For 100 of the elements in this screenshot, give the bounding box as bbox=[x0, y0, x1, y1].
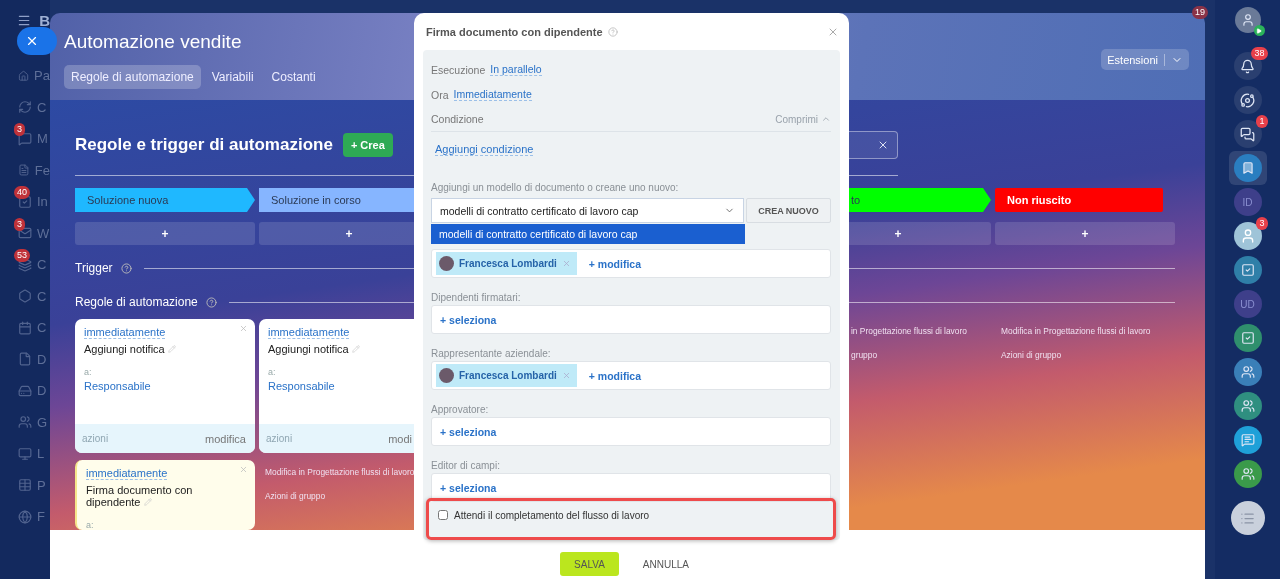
sidebar-label[interactable]: Pa bbox=[34, 68, 50, 84]
sidebar-label[interactable]: Fe bbox=[34, 162, 50, 178]
actions-link[interactable]: azioni bbox=[266, 433, 293, 444]
tab[interactable]: Regole di automazione bbox=[64, 65, 201, 89]
sidebar-label[interactable]: C bbox=[37, 320, 47, 336]
close-icon[interactable] bbox=[239, 324, 248, 333]
sidebar-button[interactable]: ID bbox=[1233, 188, 1262, 216]
sidebar-button[interactable] bbox=[1233, 324, 1262, 352]
stage-label[interactable]: Non riuscito bbox=[995, 188, 1163, 212]
collapse-toggle[interactable]: Comprimi bbox=[775, 113, 831, 125]
extensions-button[interactable]: Estensioni bbox=[1101, 49, 1189, 70]
sidebar-button[interactable] bbox=[1233, 460, 1262, 488]
sidebar-label[interactable]: L bbox=[37, 446, 45, 462]
actions-link[interactable]: azioni bbox=[82, 433, 109, 444]
sidebar-button[interactable] bbox=[1233, 358, 1262, 386]
app-title: B bbox=[39, 11, 50, 29]
field-action-link[interactable]: + modifica bbox=[584, 257, 642, 270]
timing-link[interactable]: immediatamente bbox=[86, 467, 168, 480]
create-button[interactable]: + Crea bbox=[342, 132, 393, 157]
globe-icon[interactable] bbox=[18, 509, 32, 524]
file-icon[interactable] bbox=[18, 352, 32, 367]
sidebar-label[interactable]: G bbox=[37, 414, 48, 430]
dialog-title: Firma documento con dipendente bbox=[426, 25, 603, 38]
hexagon-icon[interactable] bbox=[18, 289, 32, 304]
notification-badge: 3 bbox=[14, 123, 25, 136]
field-action-link[interactable]: + seleziona bbox=[436, 425, 497, 438]
chat-icon[interactable] bbox=[18, 131, 32, 146]
field-action-link[interactable]: + seleziona bbox=[436, 313, 497, 326]
edit-link[interactable]: modi bbox=[388, 432, 412, 445]
sidebar-label[interactable]: C bbox=[37, 99, 47, 115]
menu-button[interactable] bbox=[1230, 501, 1265, 535]
field-action-link[interactable]: + modifica bbox=[584, 369, 642, 382]
home-icon[interactable] bbox=[18, 68, 30, 83]
people-field[interactable]: Francesca Lombardi + modifica bbox=[431, 361, 831, 390]
tab[interactable]: Costanti bbox=[264, 65, 323, 89]
add-button[interactable]: + bbox=[995, 222, 1175, 245]
calendar-icon[interactable] bbox=[18, 320, 32, 335]
sidebar-button[interactable] bbox=[1233, 392, 1262, 420]
sidebar-button[interactable] bbox=[1233, 256, 1262, 284]
setting-value-link[interactable]: In parallelo bbox=[490, 63, 542, 76]
sidebar-button[interactable]: UD bbox=[1233, 290, 1262, 318]
layers-icon[interactable] bbox=[18, 257, 32, 272]
sidebar-button[interactable] bbox=[1233, 52, 1262, 80]
tab[interactable]: Variabili bbox=[204, 65, 261, 89]
sidebar-button[interactable] bbox=[1233, 426, 1262, 454]
document-icon[interactable] bbox=[18, 163, 30, 178]
person-chip[interactable]: Francesca Lombardi bbox=[436, 252, 577, 275]
checkbox[interactable] bbox=[438, 510, 448, 520]
action-link[interactable]: Modifica in Progettazione flussi di lavoro bbox=[995, 326, 1175, 336]
save-button[interactable]: SALVA bbox=[560, 552, 619, 576]
add-button[interactable]: + bbox=[75, 222, 255, 245]
field-action-link[interactable]: + seleziona bbox=[436, 481, 497, 494]
stage-label[interactable]: Soluzione nuova bbox=[75, 188, 255, 212]
help-icon[interactable] bbox=[205, 296, 217, 308]
timing-link[interactable]: immediatamente bbox=[268, 326, 350, 339]
remove-icon[interactable] bbox=[561, 259, 571, 268]
sidebar-button[interactable] bbox=[1233, 120, 1262, 148]
sidebar-label[interactable]: M bbox=[37, 131, 48, 147]
sidebar-button[interactable] bbox=[1233, 222, 1262, 250]
template-select[interactable]: modelli di contratto certificato di lavoro cap bbox=[431, 198, 744, 223]
people-field[interactable]: + seleziona bbox=[431, 417, 831, 446]
help-icon[interactable] bbox=[607, 26, 618, 37]
initials: UD bbox=[1240, 298, 1255, 310]
people-field[interactable]: + seleziona bbox=[431, 305, 831, 334]
group-icon[interactable] bbox=[18, 415, 32, 430]
cycle-icon[interactable] bbox=[18, 100, 32, 115]
checkbox-icon[interactable] bbox=[18, 194, 32, 209]
create-new-button[interactable]: CREA NUOVO bbox=[746, 198, 831, 223]
edit-link[interactable]: modifica bbox=[205, 432, 246, 445]
table-icon[interactable] bbox=[18, 478, 32, 493]
sidebar-label[interactable]: In bbox=[37, 194, 48, 210]
sidebar-label[interactable]: C bbox=[37, 257, 47, 273]
sidebar-label[interactable]: C bbox=[37, 288, 47, 304]
mail-icon[interactable] bbox=[18, 226, 32, 241]
add-condition-link[interactable]: Aggiungi condizione bbox=[435, 143, 534, 156]
monitor-icon[interactable] bbox=[18, 446, 32, 461]
people-field[interactable]: Francesca Lombardi + modifica bbox=[431, 249, 831, 278]
cancel-button[interactable]: ANNULLA bbox=[628, 552, 703, 576]
sidebar-button[interactable] bbox=[1233, 154, 1262, 182]
spiral-icon bbox=[1240, 92, 1255, 108]
sidebar-button[interactable] bbox=[1233, 86, 1262, 114]
close-icon[interactable] bbox=[239, 465, 248, 474]
timing-link[interactable]: immediatamente bbox=[84, 326, 166, 339]
sidebar-label[interactable]: W bbox=[37, 225, 50, 241]
dropdown-option[interactable]: modelli di contratto certificato di lavoro cap bbox=[431, 224, 745, 244]
drive-icon[interactable] bbox=[18, 383, 32, 398]
action-link[interactable]: Azioni di gruppo bbox=[995, 350, 1175, 360]
wait-option[interactable]: Attendi il completamento del flusso di lavoro bbox=[426, 498, 836, 540]
sidebar-label[interactable]: P bbox=[37, 477, 46, 493]
rule-card[interactable]: immediatamente Aggiungi notifica a: Responsabile azioni modifica bbox=[75, 319, 255, 453]
sidebar-label[interactable]: D bbox=[37, 383, 47, 399]
sidebar-label[interactable]: F bbox=[37, 509, 45, 525]
setting-value-link[interactable]: Immediatamente bbox=[453, 88, 532, 101]
help-icon[interactable] bbox=[120, 262, 132, 274]
section-label: Trigger bbox=[75, 261, 113, 275]
sidebar-label[interactable]: D bbox=[37, 351, 47, 367]
recipient-link[interactable]: Responsabile bbox=[84, 380, 246, 392]
rule-card[interactable]: immediatamente Firma documento con dipendente a: bbox=[75, 460, 255, 530]
person-chip[interactable]: Francesca Lombardi bbox=[436, 364, 577, 387]
remove-icon[interactable] bbox=[561, 371, 571, 380]
